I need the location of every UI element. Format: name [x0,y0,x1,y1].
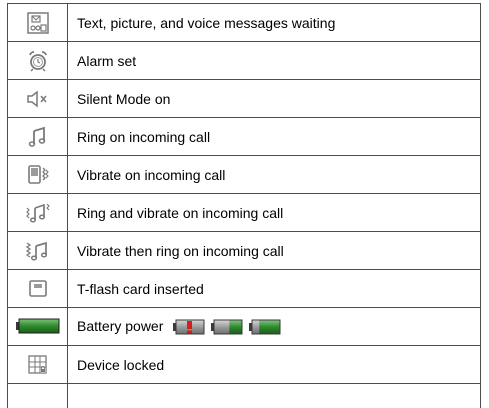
table-row: Vibrate then ring on incoming call [8,232,481,270]
battery-level-icons [173,318,281,335]
battery-power-label: Battery power [77,318,163,334]
row-label: Text, picture, and voice messages waitin… [68,4,481,42]
table-row: Text, picture, and voice messages waitin… [8,4,481,42]
messages-waiting-icon [27,14,49,31]
icon-cell [8,308,68,346]
ring-and-vibrate-icon [25,204,51,221]
row-label: Vibrate on incoming call [68,156,481,194]
status-icon-legend-table: Text, picture, and voice messages waitin… [7,3,481,408]
row-label: Silent Mode on [68,80,481,118]
row-label: Vibrate then ring on incoming call [68,232,481,270]
row-label: Alarm set [68,42,481,80]
icon-cell [8,156,68,194]
icon-cell [8,194,68,232]
table-row: Alarm set [8,42,481,80]
table-row: Vibrate on incoming call [8,156,481,194]
silent-mode-icon [26,90,50,107]
icon-cell [8,80,68,118]
row-label: Device locked [68,346,481,384]
icon-cell [8,384,68,408]
table-row: Ring on incoming call [8,118,481,156]
ring-icon [27,128,49,145]
vibrate-icon [26,166,50,183]
row-label: Battery power [68,308,481,346]
battery-high-icon [249,318,281,335]
device-locked-icon [27,356,49,373]
icon-cell [8,4,68,42]
vibrate-then-ring-icon [25,242,51,259]
alarm-clock-icon [27,52,49,69]
battery-full-icon [16,318,60,335]
tflash-card-icon [27,280,49,297]
row-label [68,384,481,408]
row-label: T-flash card inserted [68,270,481,308]
table-row: T-flash card inserted [8,270,481,308]
row-label: Ring on incoming call [68,118,481,156]
table-row: Silent Mode on [8,80,481,118]
table-row [8,384,481,408]
icon-cell [8,232,68,270]
table-row: Battery power [8,308,481,346]
battery-medium-icon [211,318,243,335]
table-row: Ring and vibrate on incoming call [8,194,481,232]
icon-cell [8,42,68,80]
battery-empty-icon [173,318,205,335]
icon-cell [8,346,68,384]
table-row: Device locked [8,346,481,384]
row-label: Ring and vibrate on incoming call [68,194,481,232]
icon-cell [8,118,68,156]
icon-cell [8,270,68,308]
